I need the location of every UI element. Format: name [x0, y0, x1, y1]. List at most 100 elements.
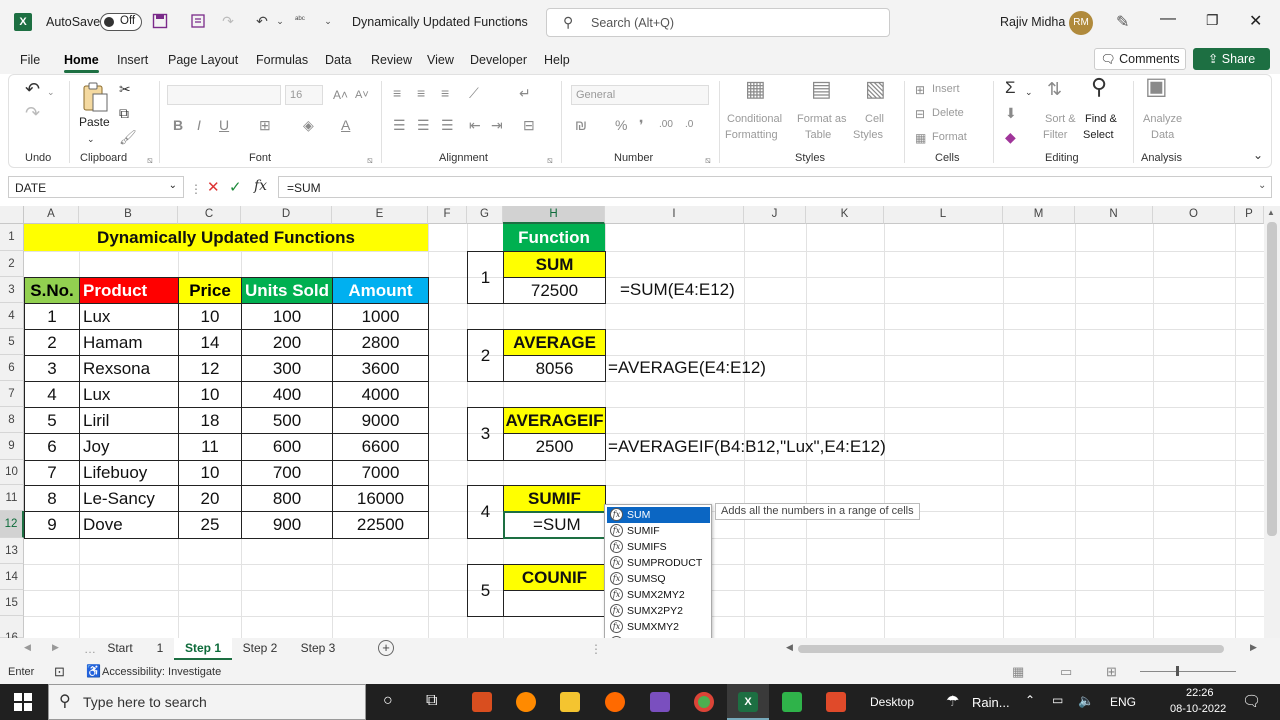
- volume-icon[interactable]: 🔈: [1078, 693, 1094, 709]
- orientation-icon[interactable]: ⟋: [469, 85, 479, 101]
- camtasia-icon[interactable]: [782, 692, 802, 712]
- chrome-icon[interactable]: [694, 692, 714, 712]
- autocomplete-item[interactable]: fx SUMPRODUCT: [607, 555, 710, 571]
- sheet-tab[interactable]: Start: [96, 638, 144, 660]
- number-launcher-icon[interactable]: ⧅: [705, 152, 711, 168]
- font-color-icon[interactable]: A: [341, 117, 350, 133]
- column-header[interactable]: J: [744, 206, 806, 224]
- page-layout-view-icon[interactable]: ▭: [1060, 664, 1072, 680]
- table-cell[interactable]: 9: [24, 511, 80, 539]
- function-name[interactable]: AVERAGEIF: [503, 407, 606, 434]
- increase-font-icon[interactable]: A˄: [333, 87, 348, 103]
- expand-formula-icon[interactable]: ⌄: [1258, 180, 1266, 191]
- network-icon[interactable]: ▭: [1052, 693, 1063, 707]
- column-header[interactable]: H: [503, 206, 605, 224]
- table-cell[interactable]: 2: [24, 329, 80, 356]
- sheet-tab[interactable]: 1: [146, 638, 174, 660]
- table-cell[interactable]: Joy: [79, 433, 179, 461]
- vertical-scroll-thumb[interactable]: [1267, 222, 1277, 536]
- row-header[interactable]: 6: [0, 355, 24, 381]
- table-cell[interactable]: Le-Sancy: [79, 485, 179, 512]
- autocomplete-item[interactable]: fx SUMX2MY2: [607, 587, 710, 603]
- percent-icon[interactable]: %: [615, 117, 627, 133]
- wrap-text-icon[interactable]: ↵: [519, 85, 531, 101]
- column-header[interactable]: N: [1075, 206, 1153, 224]
- formula-input[interactable]: =SUM: [278, 176, 1272, 198]
- find-icon[interactable]: ⚲: [1091, 76, 1107, 98]
- add-sheet-icon[interactable]: +: [378, 640, 394, 656]
- weather-icon[interactable]: ☂: [946, 692, 959, 710]
- cell-styles-icon[interactable]: ▧: [865, 78, 886, 100]
- menu-view[interactable]: View: [427, 53, 454, 67]
- table-cell[interactable]: 600: [241, 433, 333, 461]
- autosave-toggle[interactable]: Off: [100, 13, 142, 31]
- table-cell[interactable]: 3600: [332, 355, 429, 382]
- number-format-combo[interactable]: General: [571, 85, 709, 105]
- customize-toolbar-icon[interactable]: ⌄: [320, 13, 336, 29]
- cortana-icon[interactable]: ○: [383, 692, 393, 710]
- table-cell[interactable]: 18: [178, 407, 242, 434]
- more-sheets-icon[interactable]: …: [84, 642, 96, 656]
- pen-icon[interactable]: ✎: [1116, 12, 1129, 32]
- user-name[interactable]: Rajiv Midha: [1000, 15, 1065, 29]
- format-as-table-label-2[interactable]: Table: [805, 129, 831, 141]
- normal-view-icon[interactable]: ▦: [1012, 664, 1024, 680]
- format-as-table-icon[interactable]: ▤: [811, 78, 832, 100]
- scroll-left-icon[interactable]: ◀: [786, 642, 793, 653]
- table-header-cell[interactable]: Units Sold: [241, 277, 333, 304]
- function-result[interactable]: 2500: [503, 433, 606, 461]
- form-icon[interactable]: [190, 13, 206, 29]
- table-cell[interactable]: 1000: [332, 303, 429, 330]
- comma-style-icon[interactable]: ❜: [639, 117, 644, 133]
- menu-home[interactable]: Home: [64, 53, 99, 73]
- conditional-formatting-label-1[interactable]: Conditional: [727, 113, 782, 125]
- vlc-icon[interactable]: [516, 692, 536, 712]
- format-as-table-label-1[interactable]: Format as: [797, 113, 847, 125]
- table-cell[interactable]: Lux: [79, 303, 179, 330]
- column-header[interactable]: P: [1235, 206, 1264, 224]
- find-select-label-2[interactable]: Select: [1083, 129, 1114, 141]
- sort-filter-label-2[interactable]: Filter: [1043, 129, 1067, 141]
- table-header-cell[interactable]: S.No.: [24, 277, 80, 304]
- undo-dropdown-icon[interactable]: ⌄: [272, 13, 288, 29]
- zoom-slider-thumb[interactable]: [1176, 666, 1179, 676]
- function-name[interactable]: SUMIF: [503, 485, 606, 512]
- row-header[interactable]: 11: [0, 485, 24, 511]
- paste-icon[interactable]: [81, 81, 109, 113]
- table-cell[interactable]: Rexsona: [79, 355, 179, 382]
- document-title[interactable]: Dynamically Updated Functions: [352, 15, 528, 29]
- function-number[interactable]: 2: [467, 329, 504, 382]
- row-header[interactable]: 1: [0, 224, 24, 251]
- decrease-font-icon[interactable]: A˅: [355, 87, 369, 103]
- title-chevron-down-icon[interactable]: ⌄: [514, 13, 522, 24]
- collapse-ribbon-icon[interactable]: ⌄: [1253, 147, 1263, 163]
- merge-center-icon[interactable]: ⊟: [523, 117, 535, 133]
- next-sheet-icon[interactable]: ▶: [52, 642, 59, 653]
- table-cell[interactable]: 10: [178, 303, 242, 330]
- italic-icon[interactable]: I: [197, 117, 201, 133]
- row-header[interactable]: 12: [0, 511, 24, 538]
- cancel-entry-icon[interactable]: ✕: [207, 178, 220, 196]
- column-header[interactable]: F: [428, 206, 467, 224]
- fill-color-icon[interactable]: ◈: [303, 117, 314, 133]
- redo-icon[interactable]: ↷: [25, 104, 40, 122]
- horizontal-scroll-thumb[interactable]: [798, 645, 1224, 653]
- menu-developer[interactable]: Developer: [470, 53, 527, 67]
- app-icon[interactable]: [472, 692, 492, 712]
- copy-icon[interactable]: ⧉: [119, 105, 129, 121]
- row-header[interactable]: 5: [0, 329, 24, 355]
- column-header[interactable]: D: [241, 206, 332, 224]
- format-cells-icon[interactable]: ▦: [915, 130, 926, 146]
- active-cell[interactable]: =SUM: [503, 511, 606, 539]
- language-indicator[interactable]: ENG: [1110, 695, 1136, 709]
- function-number[interactable]: 5: [467, 564, 504, 617]
- table-cell[interactable]: 500: [241, 407, 333, 434]
- formula-text[interactable]: =AVERAGE(E4:E12): [605, 355, 766, 381]
- fill-icon[interactable]: ⬇: [1005, 105, 1017, 121]
- row-header[interactable]: 2: [0, 251, 24, 277]
- desktop-label[interactable]: Desktop: [870, 695, 914, 709]
- sheet-tab[interactable]: Step 2: [232, 638, 288, 660]
- row-header[interactable]: 15: [0, 590, 24, 616]
- table-cell[interactable]: 11: [178, 433, 242, 461]
- align-top-icon[interactable]: ≡: [393, 85, 401, 101]
